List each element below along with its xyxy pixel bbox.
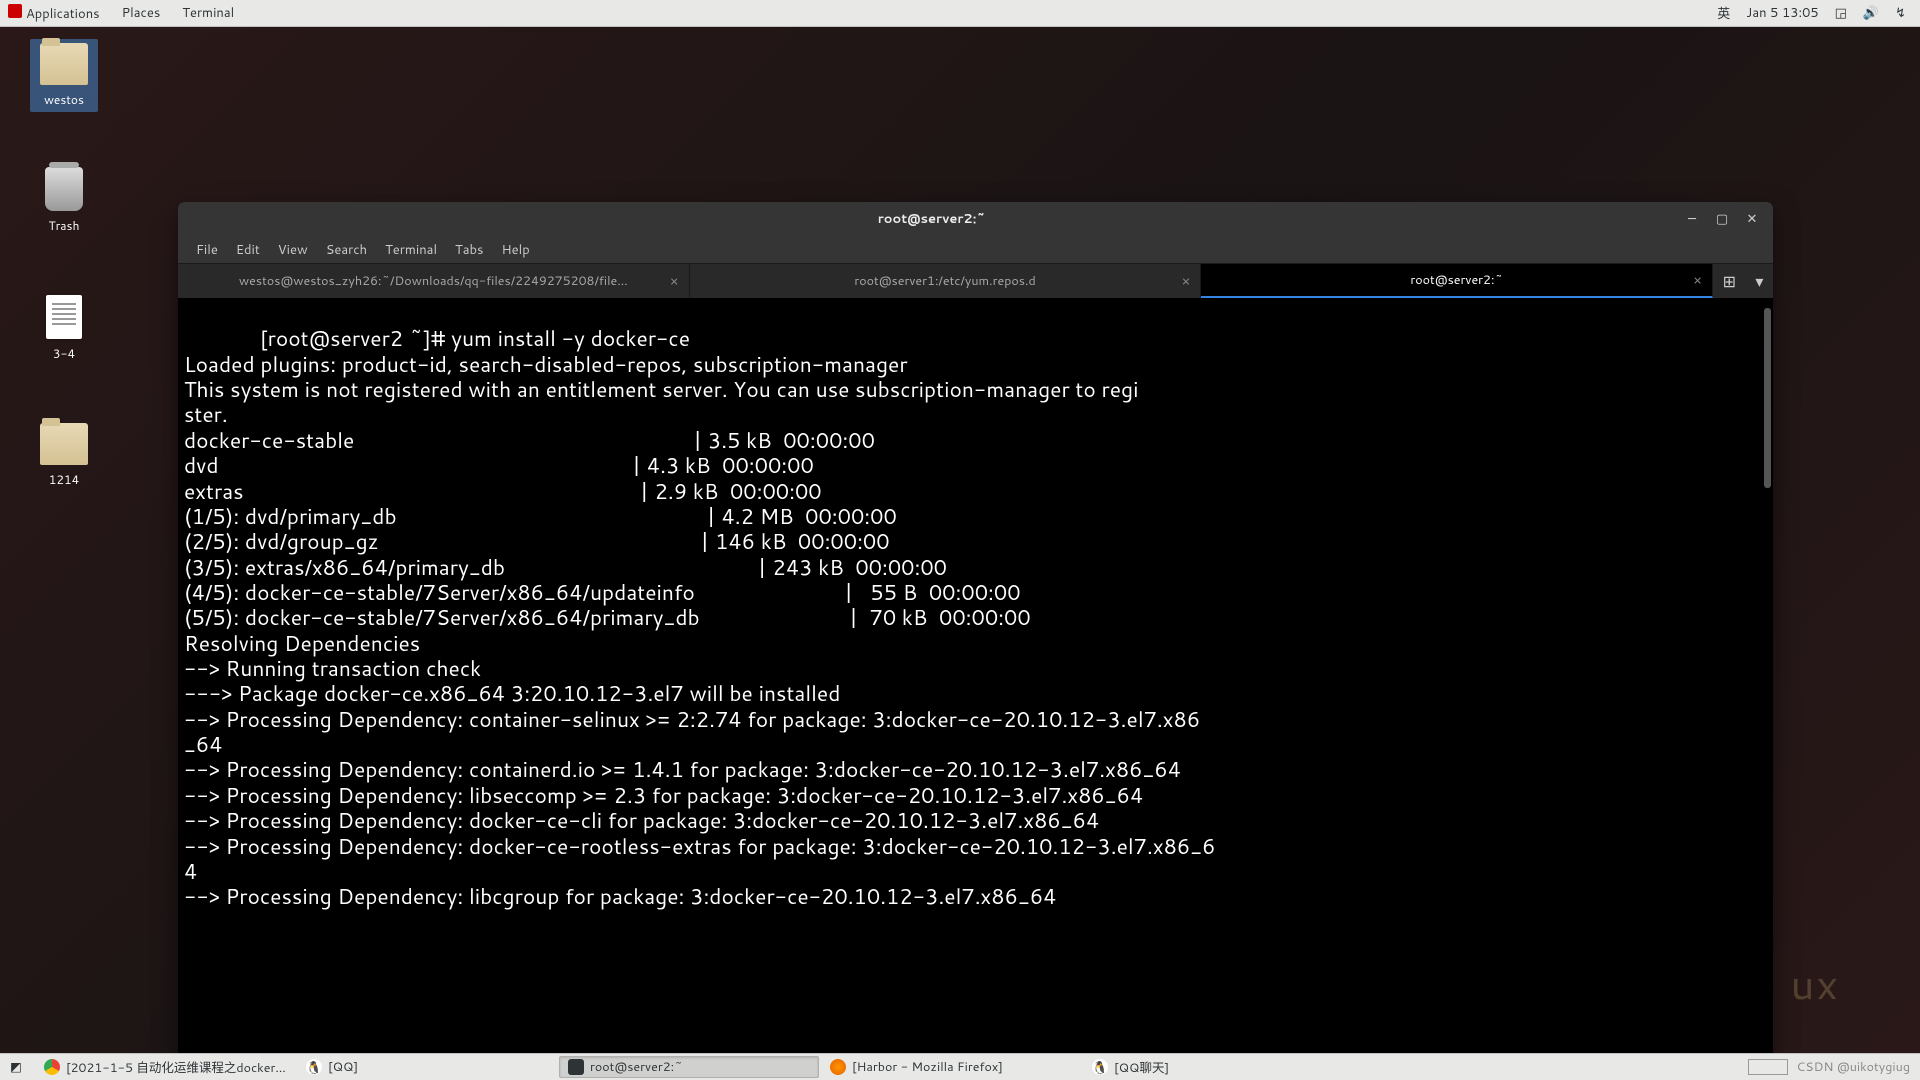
input-method-indicator[interactable]: 英 (1717, 3, 1730, 23)
tab-close-icon[interactable]: × (670, 271, 679, 291)
tab-menu-button[interactable]: ▾ (1755, 270, 1763, 293)
clock-date[interactable]: Jan 5 13:05 (1746, 4, 1818, 22)
terminal-menu[interactable]: Terminal (182, 4, 234, 22)
terminal-menubar: File Edit View Search Terminal Tabs Help (178, 236, 1773, 264)
taskbar-item-firefox[interactable]: [Harbor - Mozilla Firefox] (821, 1056, 1081, 1078)
terminal-icon (568, 1059, 584, 1075)
tab-label: root@server2:~ (1410, 271, 1503, 289)
document-icon (46, 295, 82, 339)
desktop-file-3-4[interactable]: 3-4 (30, 295, 98, 362)
terminal-tab-3[interactable]: root@server2:~ × (1201, 264, 1713, 298)
wifi-icon[interactable]: ◲ (1835, 4, 1847, 22)
terminal-tab-2[interactable]: root@server1:/etc/yum.repos.d × (690, 264, 1202, 298)
new-tab-button[interactable]: ⊞ (1723, 270, 1736, 293)
window-title: root@server2:~ (178, 210, 1685, 228)
taskbar-item-chrome[interactable]: [2021-1-5 自动化运维课程之docker… (35, 1056, 295, 1078)
redhat-icon (8, 4, 22, 18)
battery-icon[interactable]: ↯ (1895, 4, 1906, 22)
taskbar-label: root@server2:~ (590, 1058, 683, 1076)
desktop-folder-westos[interactable]: westos (30, 39, 98, 112)
taskbar-item-qq[interactable]: 🐧 [QQ] (297, 1056, 557, 1078)
minimize-button[interactable]: ─ (1685, 212, 1699, 226)
volume-icon[interactable]: 🔊 (1863, 4, 1879, 22)
icon-label: Trash (30, 217, 98, 234)
menu-file[interactable]: File (188, 237, 226, 263)
maximize-button[interactable]: ▢ (1715, 212, 1729, 226)
tab-label: westos@westos_zyh26:~/Downloads/qq-files… (239, 272, 628, 290)
trash-icon (45, 167, 83, 211)
desktop-trash[interactable]: Trash (30, 167, 98, 234)
qq-icon: 🐧 (306, 1059, 322, 1075)
places-menu[interactable]: Places (122, 4, 161, 22)
applications-menu[interactable]: Applications (8, 4, 100, 23)
terminal-tabbar: westos@westos_zyh26:~/Downloads/qq-files… (178, 264, 1773, 298)
folder-icon (40, 43, 88, 85)
tab-label: root@server1:/etc/yum.repos.d (854, 272, 1035, 290)
menu-help[interactable]: Help (493, 237, 537, 263)
menu-tabs[interactable]: Tabs (447, 237, 491, 263)
tab-close-icon[interactable]: × (1181, 271, 1190, 291)
firefox-icon (830, 1059, 846, 1075)
icon-label: westos (30, 91, 98, 108)
close-button[interactable]: ✕ (1745, 212, 1759, 226)
menu-view[interactable]: View (270, 237, 316, 263)
tab-close-icon[interactable]: × (1693, 270, 1702, 290)
menu-edit[interactable]: Edit (228, 237, 268, 263)
workspace-switcher[interactable] (1748, 1059, 1788, 1075)
show-desktop-button[interactable]: ◩ (1, 1056, 33, 1078)
gnome-bottom-panel: ◩ [2021-1-5 自动化运维课程之docker… 🐧 [QQ] root@… (0, 1053, 1920, 1080)
taskbar-item-qqchat[interactable]: 🐧 [QQ聊天] (1083, 1056, 1343, 1078)
terminal-window: root@server2:~ ─ ▢ ✕ File Edit View Sear… (178, 202, 1773, 1062)
watermark-text: CSDN @uikotygiug (1796, 1058, 1910, 1076)
folder-icon (40, 423, 88, 465)
terminal-tab-1[interactable]: westos@westos_zyh26:~/Downloads/qq-files… (178, 264, 690, 298)
qq-icon: 🐧 (1092, 1059, 1108, 1075)
desktop[interactable]: ux westos Trash 3-4 1214 root@server2:~ … (0, 27, 1920, 1053)
show-desktop-icon: ◩ (10, 1058, 22, 1076)
terminal-text: [root@server2 ~]# yum install -y docker-… (184, 323, 1215, 911)
menu-terminal[interactable]: Terminal (377, 237, 445, 263)
chrome-icon (44, 1059, 60, 1075)
icon-label: 3-4 (30, 345, 98, 362)
taskbar-label: [Harbor - Mozilla Firefox] (852, 1058, 1003, 1076)
window-titlebar[interactable]: root@server2:~ ─ ▢ ✕ (178, 202, 1773, 236)
desktop-folder-1214[interactable]: 1214 (30, 423, 98, 488)
taskbar-label: [QQ] (328, 1058, 358, 1076)
terminal-output[interactable]: [root@server2 ~]# yum install -y docker-… (178, 298, 1773, 1062)
taskbar-label: [2021-1-5 自动化运维课程之docker… (66, 1057, 286, 1077)
icon-label: 1214 (30, 471, 98, 488)
desktop-wallpaper-text: ux (1790, 953, 1840, 1013)
scrollbar-thumb[interactable] (1764, 308, 1771, 488)
taskbar-label: [QQ聊天] (1114, 1057, 1169, 1077)
gnome-top-bar: Applications Places Terminal 英 Jan 5 13:… (0, 0, 1920, 27)
taskbar-item-terminal[interactable]: root@server2:~ (559, 1056, 819, 1078)
menu-search[interactable]: Search (318, 237, 375, 263)
